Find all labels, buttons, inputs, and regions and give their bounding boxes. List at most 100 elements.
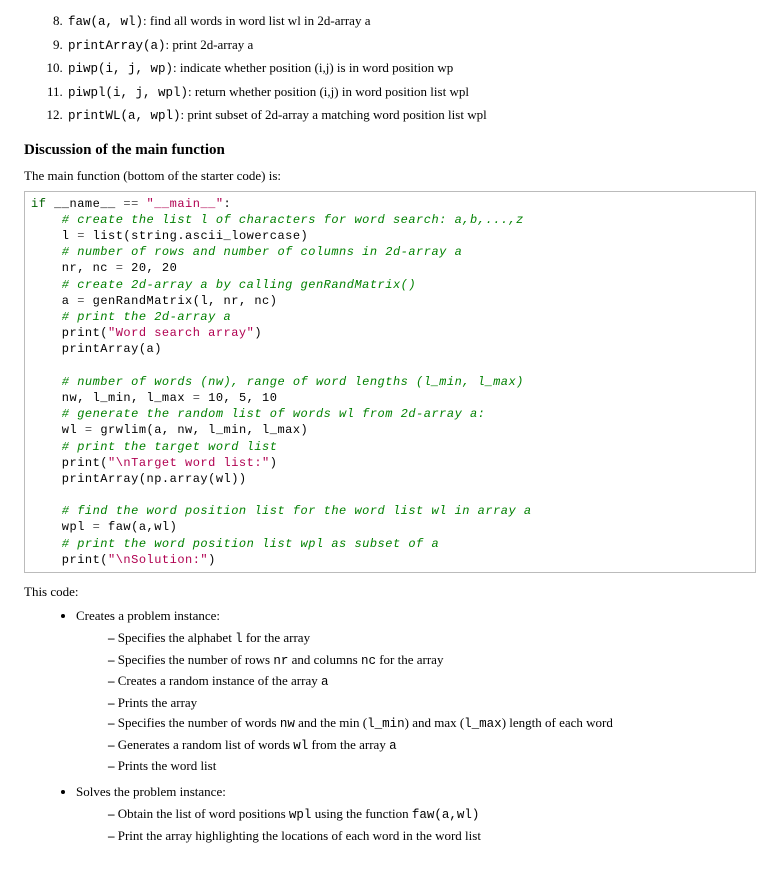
code-text: wpl bbox=[31, 520, 93, 534]
t: Creates a random instance of the array bbox=[118, 673, 321, 688]
code-comment: # create the list l of characters for wo… bbox=[31, 213, 524, 227]
list-text: Solves the problem instance: bbox=[76, 784, 226, 799]
func-sig: printArray(a) bbox=[68, 39, 166, 53]
t: and columns bbox=[288, 652, 361, 667]
code-text: print( bbox=[31, 553, 108, 567]
code-text: wl bbox=[31, 423, 85, 437]
explanation-list: Creates a problem instance: Specifies th… bbox=[24, 607, 756, 845]
code-text: ) bbox=[208, 553, 216, 567]
code-text: printArray(a) bbox=[31, 342, 162, 356]
sublist-item: Print the array highlighting the locatio… bbox=[108, 827, 756, 845]
list-text: Creates a problem instance: bbox=[76, 608, 220, 623]
list-item: Solves the problem instance: Obtain the … bbox=[76, 783, 756, 845]
code-text: 10, 5, 10 bbox=[200, 391, 277, 405]
code-text: nw, l_min, l_max bbox=[31, 391, 193, 405]
intro-paragraph: The main function (bottom of the starter… bbox=[24, 167, 756, 185]
code-blank bbox=[31, 359, 39, 373]
sublist-item: Prints the array bbox=[108, 694, 756, 712]
code-comment: # find the word position list for the wo… bbox=[31, 504, 532, 518]
func-item-12: printWL(a, wpl): print subset of 2d-arra… bbox=[66, 106, 756, 126]
code-text: nr, nc bbox=[31, 261, 116, 275]
code-comment: # create 2d-array a by calling genRandMa… bbox=[31, 278, 416, 292]
func-desc: : find all words in word list wl in 2d-a… bbox=[143, 13, 370, 28]
code-text: faw(a,wl) bbox=[100, 520, 177, 534]
code-comment: # number of words (nw), range of word le… bbox=[31, 375, 524, 389]
code-string: "\nSolution:" bbox=[108, 553, 208, 567]
code-text: grwlim(a, nw, l_min, l_max) bbox=[93, 423, 309, 437]
func-item-9: printArray(a): print 2d-array a bbox=[66, 36, 756, 56]
code-inline: l_min bbox=[367, 717, 405, 731]
sublist-item: Prints the word list bbox=[108, 757, 756, 775]
code-text: ) bbox=[270, 456, 278, 470]
sublist-item: Creates a random instance of the array a bbox=[108, 672, 756, 692]
code-block: if __name__ == "__main__": # create the … bbox=[24, 191, 756, 573]
code-text: : bbox=[224, 197, 232, 211]
t: ) and max ( bbox=[405, 715, 465, 730]
t: using the function bbox=[311, 806, 411, 821]
func-sig: piwp(i, j, wp) bbox=[68, 62, 173, 76]
code-inline: l bbox=[235, 632, 243, 646]
sublist-item: Obtain the list of word positions wpl us… bbox=[108, 805, 756, 825]
sublist-item: Specifies the number of words nw and the… bbox=[108, 714, 756, 734]
code-comment: # print the 2d-array a bbox=[31, 310, 231, 324]
func-item-8: faw(a, wl): find all words in word list … bbox=[66, 12, 756, 32]
t: Generates a random list of words bbox=[118, 737, 293, 752]
code-text: a bbox=[31, 294, 77, 308]
function-list: faw(a, wl): find all words in word list … bbox=[24, 12, 756, 126]
func-desc: : print 2d-array a bbox=[166, 37, 254, 52]
code-op: = bbox=[77, 229, 85, 243]
code-text: __name__ bbox=[46, 197, 123, 211]
code-inline: l_max bbox=[464, 717, 502, 731]
t: for the array bbox=[243, 630, 311, 645]
code-op: = bbox=[85, 423, 93, 437]
func-desc: : indicate whether position (i,j) is in … bbox=[173, 60, 453, 75]
t: Specifies the alphabet bbox=[118, 630, 235, 645]
code-text: l bbox=[31, 229, 77, 243]
code-text: 20, 20 bbox=[123, 261, 177, 275]
code-inline: nr bbox=[273, 654, 288, 668]
code-text: genRandMatrix(l, nr, nc) bbox=[85, 294, 278, 308]
code-string: "__main__" bbox=[139, 197, 224, 211]
code-inline: a bbox=[321, 675, 329, 689]
t: Specifies the number of words bbox=[118, 715, 280, 730]
code-comment: # generate the random list of words wl f… bbox=[31, 407, 485, 421]
code-blank bbox=[31, 488, 39, 502]
code-op: = bbox=[77, 294, 85, 308]
t: for the array bbox=[376, 652, 444, 667]
t: Print the array highlighting the locatio… bbox=[118, 828, 481, 843]
section-heading: Discussion of the main function bbox=[24, 140, 756, 161]
t: Obtain the list of word positions bbox=[118, 806, 289, 821]
sublist-item: Specifies the number of rows nr and colu… bbox=[108, 651, 756, 671]
t: Prints the word list bbox=[118, 758, 217, 773]
sublist: Obtain the list of word positions wpl us… bbox=[76, 805, 756, 845]
code-inline: nw bbox=[280, 717, 295, 731]
code-string: "\nTarget word list:" bbox=[108, 456, 270, 470]
code-inline: nc bbox=[361, 654, 376, 668]
func-sig: faw(a, wl) bbox=[68, 15, 143, 29]
code-inline: wl bbox=[293, 739, 308, 753]
list-item: Creates a problem instance: Specifies th… bbox=[76, 607, 756, 775]
t: Prints the array bbox=[118, 695, 197, 710]
code-text: list(string.ascii_lowercase) bbox=[85, 229, 308, 243]
t: Specifies the number of rows bbox=[118, 652, 274, 667]
post-code-paragraph: This code: bbox=[24, 583, 756, 601]
code-comment: # print the target word list bbox=[31, 440, 277, 454]
func-item-11: piwpl(i, j, wpl): return whether positio… bbox=[66, 83, 756, 103]
func-sig: piwpl(i, j, wpl) bbox=[68, 86, 188, 100]
sublist-item: Generates a random list of words wl from… bbox=[108, 736, 756, 756]
code-text: print( bbox=[31, 456, 108, 470]
sublist: Specifies the alphabet l for the array S… bbox=[76, 629, 756, 775]
t: from the array bbox=[308, 737, 389, 752]
code-string: "Word search array" bbox=[108, 326, 254, 340]
sublist-item: Specifies the alphabet l for the array bbox=[108, 629, 756, 649]
code-text: ) bbox=[254, 326, 262, 340]
func-sig: printWL(a, wpl) bbox=[68, 109, 181, 123]
func-desc: : return whether position (i,j) in word … bbox=[188, 84, 469, 99]
code-op: == bbox=[123, 197, 138, 211]
code-text: print( bbox=[31, 326, 108, 340]
code-comment: # print the word position list wpl as su… bbox=[31, 537, 439, 551]
code-comment: # number of rows and number of columns i… bbox=[31, 245, 462, 259]
t: ) length of each word bbox=[502, 715, 613, 730]
code-text: printArray(np.array(wl)) bbox=[31, 472, 247, 486]
code-inline: a bbox=[389, 739, 397, 753]
